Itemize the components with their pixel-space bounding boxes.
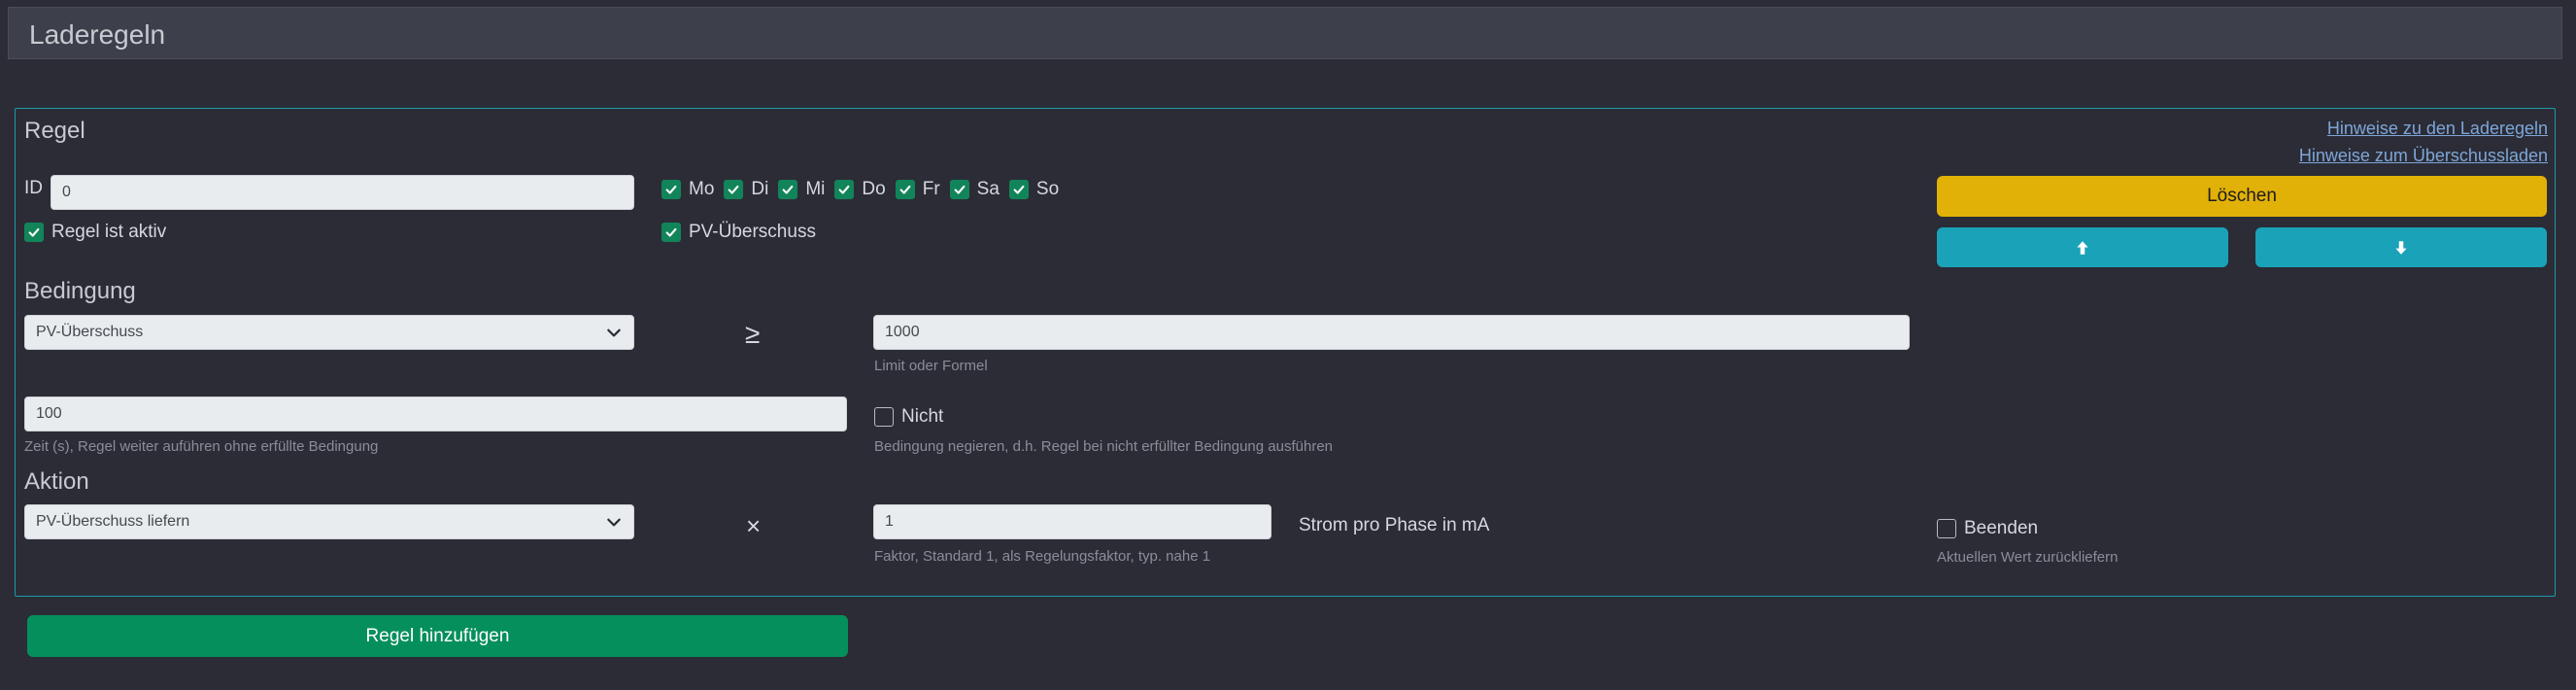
day-check-box[interactable] bbox=[834, 180, 855, 199]
check-icon bbox=[782, 185, 794, 194]
day-check-box[interactable] bbox=[949, 180, 969, 199]
arrow-up-icon bbox=[2077, 240, 2088, 255]
pv-check-box[interactable] bbox=[661, 223, 681, 242]
condition-select[interactable]: PV-Überschuss bbox=[24, 315, 634, 350]
day-checkbox-do[interactable]: Do bbox=[834, 179, 886, 200]
chevron-down-icon bbox=[607, 518, 621, 527]
check-icon bbox=[665, 185, 677, 194]
add-rule-button[interactable]: Regel hinzufügen bbox=[27, 615, 848, 657]
factor-hint: Faktor, Standard 1, als Regelungsfaktor,… bbox=[874, 548, 1211, 565]
check-icon bbox=[838, 185, 850, 194]
multiply-symbol: × bbox=[746, 511, 762, 540]
active-checkbox[interactable]: Regel ist aktiv bbox=[24, 222, 166, 243]
action-section-title: Aktion bbox=[24, 468, 89, 495]
greater-equal-symbol: ≥ bbox=[745, 319, 761, 349]
day-check-box[interactable] bbox=[1008, 180, 1029, 199]
day-checkbox-mi[interactable]: Mi bbox=[778, 179, 825, 200]
action-select-value: PV-Überschuss liefern bbox=[36, 513, 190, 530]
time-value: 100 bbox=[36, 405, 62, 422]
check-icon bbox=[665, 227, 677, 237]
day-label: So bbox=[1035, 179, 1060, 199]
day-label: Fr bbox=[922, 179, 940, 199]
limit-value: 1000 bbox=[885, 324, 920, 340]
limit-hint: Limit oder Formel bbox=[874, 358, 988, 374]
day-check-box[interactable] bbox=[724, 180, 744, 199]
rule-section-title: Regel bbox=[24, 118, 85, 144]
active-label: Regel ist aktiv bbox=[51, 222, 167, 242]
day-label: Mi bbox=[805, 179, 826, 199]
day-check-box[interactable] bbox=[778, 180, 798, 199]
day-checkbox-di[interactable]: Di bbox=[724, 179, 768, 200]
page-header: Laderegeln bbox=[8, 7, 2562, 59]
check-icon bbox=[1013, 185, 1025, 194]
day-label: Di bbox=[751, 179, 769, 199]
link-surplus-hints[interactable]: Hinweise zum Überschussladen bbox=[2299, 146, 2548, 166]
day-label: Sa bbox=[976, 179, 1000, 199]
negate-label: Nicht bbox=[901, 406, 944, 427]
chevron-down-icon bbox=[607, 328, 621, 337]
time-input[interactable]: 100 bbox=[24, 397, 847, 431]
id-input[interactable]: 0 bbox=[51, 175, 634, 210]
factor-input[interactable]: 1 bbox=[873, 504, 1271, 539]
end-checkbox[interactable]: Beenden bbox=[1937, 518, 2038, 539]
day-check-box[interactable] bbox=[661, 180, 681, 199]
pv-surplus-label: PV-Überschuss bbox=[689, 222, 816, 242]
id-value: 0 bbox=[62, 184, 71, 200]
day-checkbox-so[interactable]: So bbox=[1008, 179, 1060, 200]
action-select[interactable]: PV-Überschuss liefern bbox=[24, 504, 634, 539]
check-icon bbox=[899, 185, 911, 194]
limit-input[interactable]: 1000 bbox=[873, 315, 1910, 350]
end-hint: Aktuellen Wert zurückliefern bbox=[1937, 549, 2118, 566]
check-icon bbox=[954, 185, 966, 194]
id-label: ID bbox=[24, 178, 43, 198]
time-hint: Zeit (s), Regel weiter auführen ohne erf… bbox=[24, 438, 379, 455]
factor-value: 1 bbox=[885, 513, 894, 530]
negate-checkbox[interactable]: Nicht bbox=[874, 406, 943, 428]
end-check-box[interactable] bbox=[1937, 519, 1956, 538]
unit-label: Strom pro Phase in mA bbox=[1299, 515, 1490, 535]
arrow-down-icon bbox=[2395, 240, 2407, 255]
day-label: Do bbox=[862, 179, 886, 199]
move-down-button[interactable] bbox=[2255, 227, 2547, 267]
check-icon bbox=[28, 227, 40, 237]
day-check-box[interactable] bbox=[895, 180, 915, 199]
condition-select-value: PV-Überschuss bbox=[36, 324, 144, 340]
page-title: Laderegeln bbox=[29, 19, 166, 50]
move-up-button[interactable] bbox=[1937, 227, 2228, 267]
link-rules-hints[interactable]: Hinweise zu den Laderegeln bbox=[2327, 119, 2548, 139]
condition-section-title: Bedingung bbox=[24, 278, 136, 304]
delete-button[interactable]: Löschen bbox=[1937, 176, 2547, 217]
day-checkbox-sa[interactable]: Sa bbox=[949, 179, 1000, 200]
day-checkbox-fr[interactable]: Fr bbox=[895, 179, 940, 200]
negate-hint: Bedingung negieren, d.h. Regel bei nicht… bbox=[874, 438, 1334, 455]
day-label: Mo bbox=[689, 179, 715, 199]
negate-check-box[interactable] bbox=[874, 407, 894, 427]
end-label: Beenden bbox=[1964, 518, 2039, 538]
pv-surplus-checkbox[interactable]: PV-Überschuss bbox=[661, 222, 816, 243]
active-check-box[interactable] bbox=[24, 223, 44, 242]
day-checkbox-mo[interactable]: Mo bbox=[661, 179, 714, 200]
weekday-checkboxes: Mo Di Mi Do Fr Sa So bbox=[661, 179, 1059, 200]
check-icon bbox=[728, 185, 739, 194]
